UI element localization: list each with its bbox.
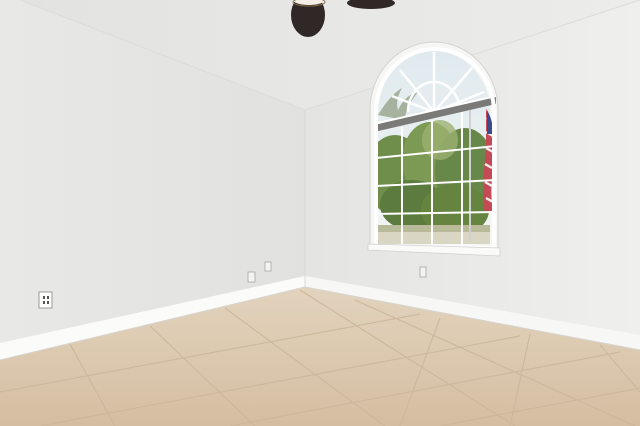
electrical-outlet — [264, 261, 272, 272]
electrical-outlet — [38, 291, 53, 309]
room-illustration — [0, 0, 640, 426]
electrical-outlet — [247, 271, 256, 283]
arched-window — [367, 41, 501, 257]
room-scene — [0, 0, 640, 426]
electrical-outlet — [419, 266, 427, 278]
